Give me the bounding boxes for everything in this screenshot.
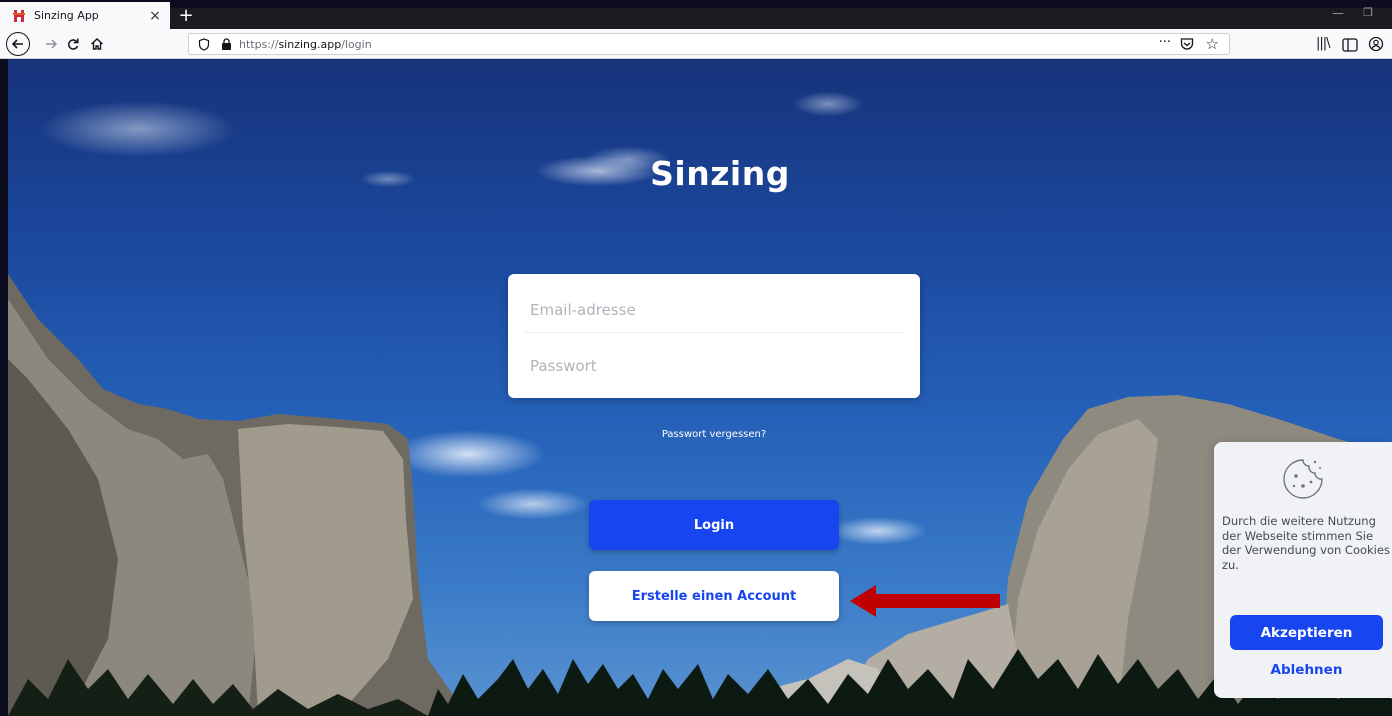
url-path: /login [341, 37, 372, 51]
window-minimize-button[interactable]: — [1330, 6, 1346, 22]
sidebar-icon[interactable] [1342, 37, 1358, 52]
address-bar[interactable]: https://sinzing.app/login ··· ☆ [188, 33, 1230, 55]
library-icon[interactable]: |||\ [1316, 36, 1330, 51]
cookie-notice-text: Durch die weitere Nutzung der Webseite s… [1222, 514, 1390, 572]
create-account-button[interactable]: Erstelle einen Account [589, 571, 839, 621]
login-form-card [508, 274, 920, 398]
home-button[interactable] [86, 33, 108, 55]
back-button[interactable] [6, 32, 30, 56]
tab-close-icon[interactable]: × [146, 7, 164, 25]
navigation-toolbar: https://sinzing.app/login ··· ☆ |||\ [0, 29, 1392, 59]
cookie-consent-panel: Durch die weitere Nutzung der Webseite s… [1214, 442, 1392, 698]
login-page-background: Sinzing Passwort vergessen? Login Erstel… [8, 59, 1392, 716]
new-tab-button[interactable]: + [176, 5, 196, 26]
login-button[interactable]: Login [589, 500, 839, 550]
forgot-password-link[interactable]: Passwort vergessen? [508, 429, 920, 440]
reload-icon [68, 38, 79, 50]
pocket-icon[interactable] [1179, 36, 1195, 52]
window-restore-button[interactable]: ❐ [1360, 6, 1376, 22]
cookie-icon [1283, 459, 1323, 499]
brand-title: Sinzing [650, 154, 790, 193]
forward-button[interactable] [40, 33, 62, 55]
reload-button[interactable] [62, 33, 84, 55]
page-actions-icon[interactable]: ··· [1159, 35, 1171, 50]
back-arrow-icon [11, 39, 23, 49]
sinzing-favicon-icon [12, 9, 26, 23]
accept-cookies-button[interactable]: Akzeptieren [1230, 615, 1383, 650]
url-text: https://sinzing.app/login [239, 38, 372, 51]
tab-bar: Sinzing App × + — ❐ [0, 0, 1392, 29]
bookmark-star-icon[interactable]: ☆ [1206, 35, 1219, 53]
decline-cookies-link[interactable]: Ablehnen [1230, 662, 1383, 678]
password-field[interactable] [530, 346, 902, 386]
account-icon[interactable] [1368, 36, 1384, 52]
field-divider [524, 332, 904, 333]
url-scheme: https:// [239, 37, 279, 51]
lock-icon[interactable] [219, 37, 233, 51]
red-arrow-annotation-icon [850, 585, 1000, 617]
forward-arrow-icon [46, 39, 57, 49]
url-host: sinzing.app [278, 37, 342, 51]
home-icon [91, 38, 103, 50]
email-field[interactable] [530, 290, 902, 330]
tab-title: Sinzing App [34, 9, 99, 22]
title-strip [0, 0, 1392, 8]
tracking-shield-icon[interactable] [195, 35, 213, 53]
tab-sinzing-app[interactable]: Sinzing App × [0, 2, 170, 29]
